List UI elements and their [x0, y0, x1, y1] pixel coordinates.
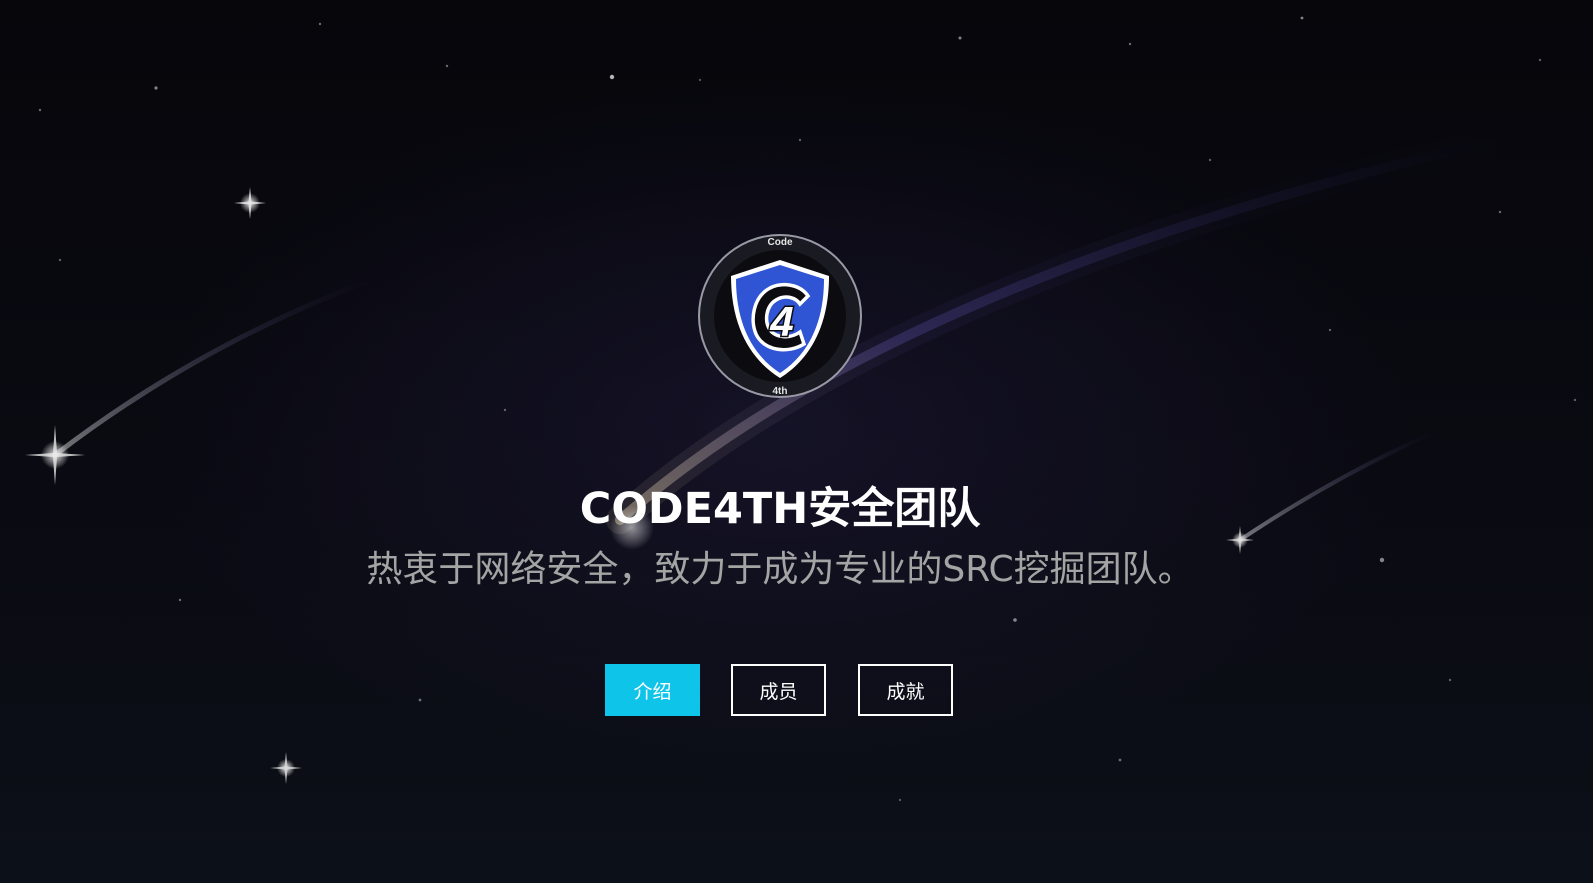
logo-top-text: Code: [768, 237, 793, 248]
page-title: CODE4TH安全团队: [579, 484, 981, 534]
hero-content: Code 4th 4 CODE4TH安全团队 热衷于网络安全，致力于成为专业的S…: [0, 0, 1593, 883]
achievements-button[interactable]: 成就: [858, 664, 953, 716]
logo-bottom-text: 4th: [773, 386, 788, 397]
page-subtitle: 热衷于网络安全，致力于成为专业的SRC挖掘团队。: [366, 549, 1194, 590]
intro-button[interactable]: 介绍: [605, 664, 700, 716]
team-logo: Code 4th 4: [696, 232, 864, 400]
members-button[interactable]: 成员: [731, 664, 826, 716]
logo-emblem-text: 4: [769, 298, 793, 345]
hero-section: Code 4th 4 CODE4TH安全团队 热衷于网络安全，致力于成为专业的S…: [0, 0, 1593, 883]
